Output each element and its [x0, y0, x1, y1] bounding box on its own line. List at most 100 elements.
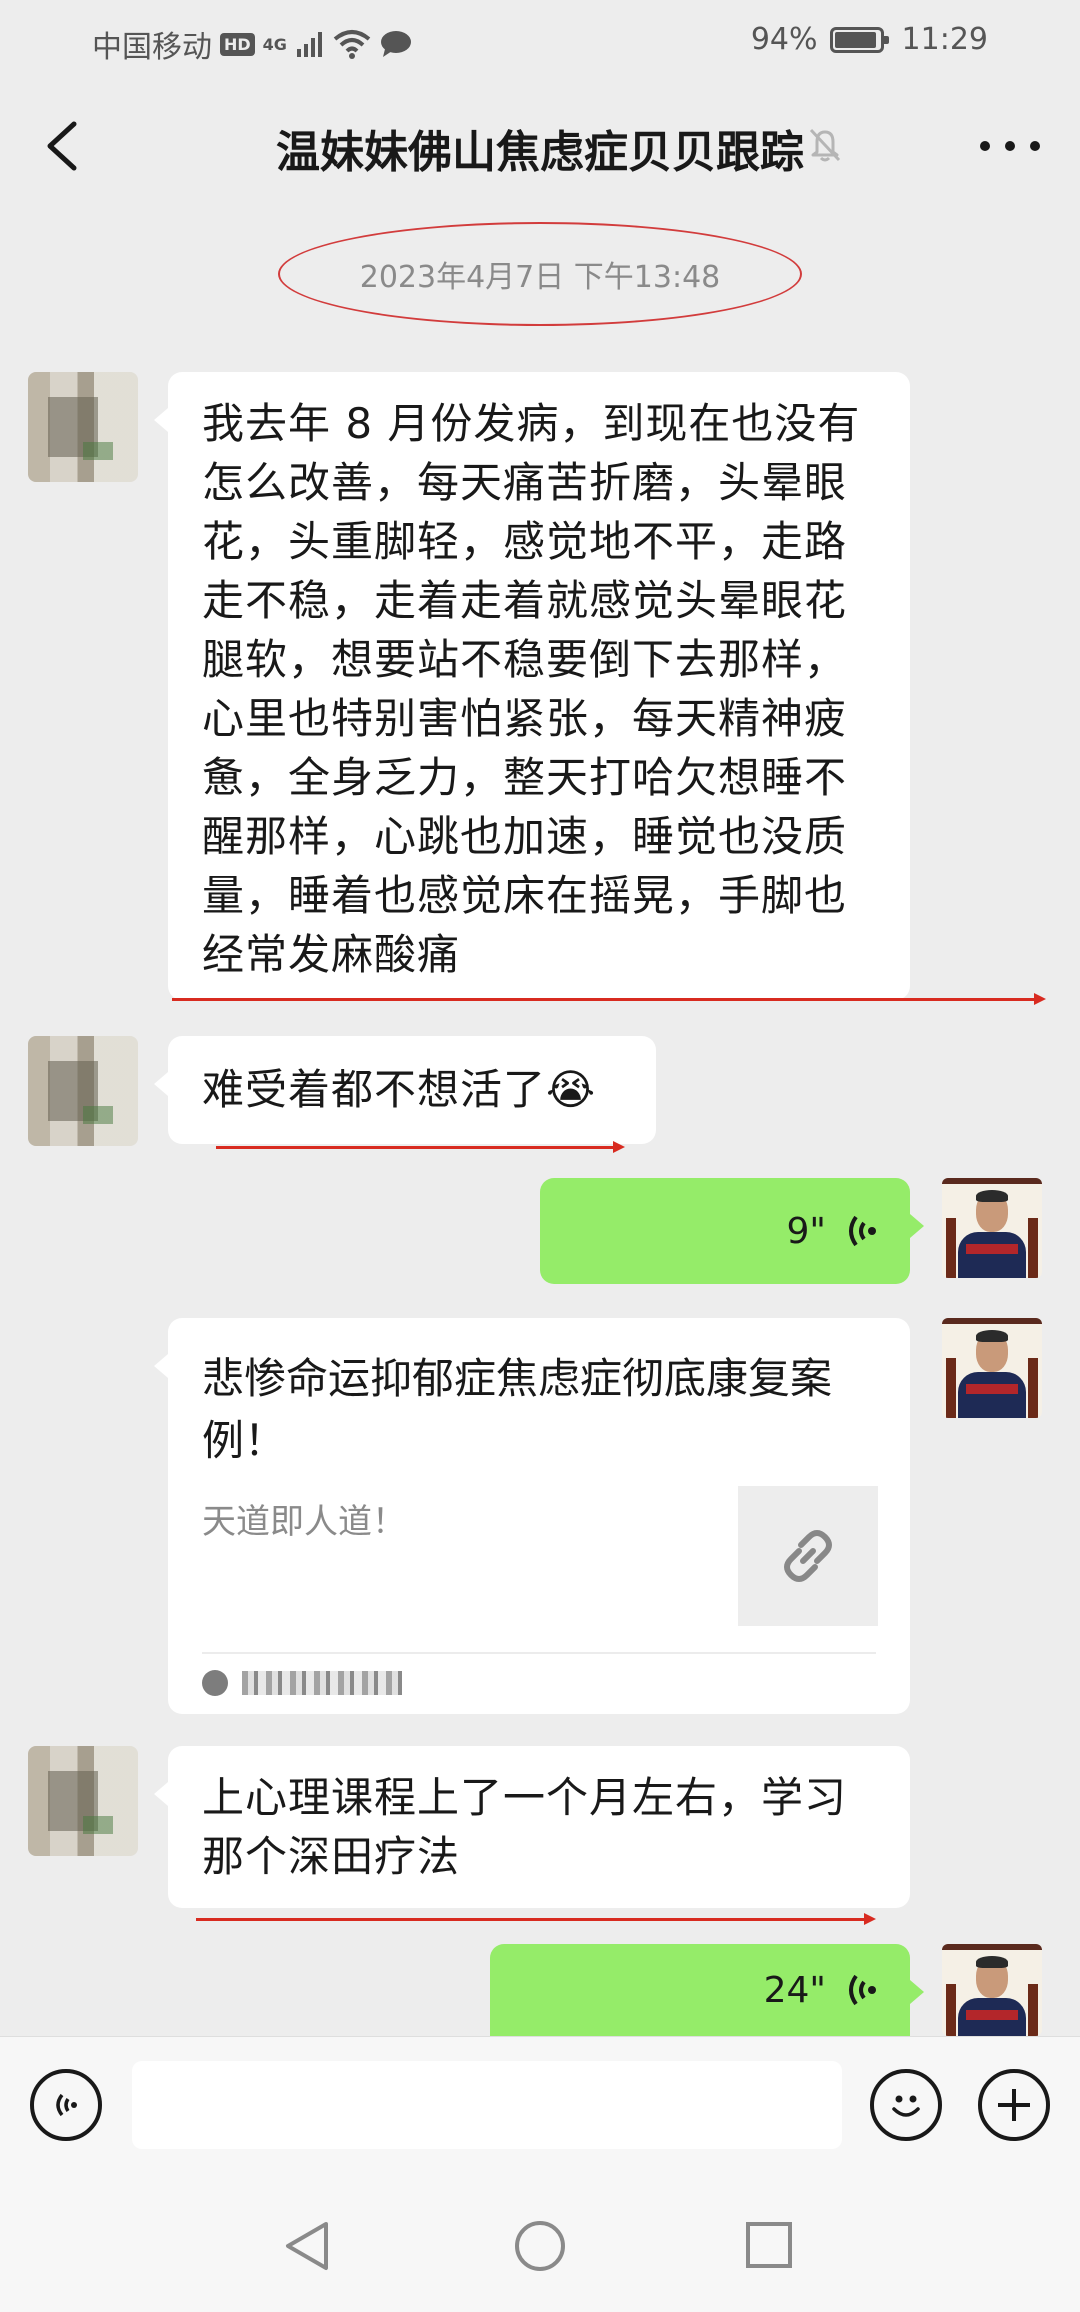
link-title-line: 悲惨命运抑郁症焦虑症彻底康复案	[202, 1354, 833, 1403]
avatar-detail	[1028, 1218, 1038, 1278]
annotation-underline	[196, 1913, 876, 1925]
nav-home-icon[interactable]	[512, 2218, 568, 2274]
voice-wave-icon	[849, 1215, 876, 1247]
nav-back-icon[interactable]	[282, 2218, 332, 2274]
contact-avatar[interactable]	[28, 1036, 138, 1146]
link-divider	[202, 1652, 876, 1654]
carrier-name: 中国移动	[92, 30, 212, 65]
more-dot	[1005, 141, 1015, 151]
crying-emoji-icon: 😭	[546, 1065, 597, 1114]
voice-duration: 9"	[786, 1210, 826, 1252]
contact-avatar[interactable]	[28, 1746, 138, 1856]
avatar-detail	[966, 1384, 1018, 1394]
plus-button[interactable]	[978, 2069, 1050, 2141]
avatar-detail	[958, 1232, 1026, 1278]
contact-avatar[interactable]	[28, 372, 138, 482]
message-line: 花，头重脚轻，感觉地不平，走路	[202, 517, 848, 566]
message-line: 我去年 8 月份发病，到现在也没有	[202, 399, 861, 448]
voice-message-outgoing[interactable]: 9"	[540, 1178, 924, 1284]
annotation-underline	[216, 1141, 625, 1153]
message-line: 心里也特别害怕紧张，每天精神疲	[202, 694, 848, 743]
network-label: 4G	[262, 34, 287, 54]
message-line: 醒那样，心跳也加速，睡觉也没质	[202, 812, 848, 861]
avatar-detail	[942, 1178, 1042, 1184]
voice-message-outgoing[interactable]: 24"	[490, 1944, 924, 2050]
link-card-message[interactable]: 悲惨命运抑郁症焦虑症彻底康复案 例！ 天道即人道！	[154, 1318, 910, 1714]
avatar-detail	[946, 1984, 956, 2036]
avatar-detail	[1028, 1984, 1038, 2036]
hd-badge: HD	[220, 32, 255, 56]
more-dot	[1030, 141, 1040, 151]
status-left: 中国移动 HD 4G	[92, 22, 413, 66]
link-source	[202, 1670, 402, 1696]
signal-icon	[296, 32, 322, 57]
message-line: 量，睡着也感觉床在摇晃，手脚也	[202, 871, 848, 920]
avatar-detail	[942, 1944, 1042, 1950]
voice-row: 9"	[787, 1178, 882, 1284]
link-title-line: 例！	[202, 1416, 287, 1465]
avatar-detail	[976, 1330, 1008, 1342]
avatar-detail	[958, 1372, 1026, 1418]
link-thumbnail	[738, 1486, 878, 1626]
more-dot	[980, 141, 990, 151]
annotation-underline	[172, 993, 1046, 1005]
message-text: 我去年 8 月份发病，到现在也没有 怎么改善，每天痛苦折磨，头晕眼 花，头重脚轻…	[202, 394, 892, 984]
message-line: 那个深田疗法	[202, 1832, 461, 1881]
avatar-detail	[966, 2010, 1018, 2020]
my-avatar[interactable]	[942, 1318, 1042, 1418]
emoji-icon	[892, 2095, 920, 2117]
link-title: 悲惨命运抑郁症焦虑症彻底康复案 例！	[202, 1348, 842, 1472]
battery-percent: 94%	[750, 22, 818, 57]
voice-mode-icon	[56, 2093, 77, 2117]
chat-header: 温妹妹佛山焦虑症贝贝跟踪	[0, 80, 1080, 210]
wifi-icon	[333, 30, 371, 59]
plus-icon	[998, 2089, 1030, 2121]
link-icon	[784, 1530, 832, 1582]
message-line: 难受着都不想活了	[202, 1065, 547, 1114]
clock: 11:29	[901, 22, 988, 57]
mute-icon	[809, 128, 841, 162]
message-text: 上心理课程上了一个月左右，学习 那个深田疗法	[202, 1768, 892, 1886]
nav-recents-icon[interactable]	[744, 2220, 794, 2270]
timestamp-row: 2023年4月7日 下午13:48	[0, 222, 1080, 326]
link-description: 天道即人道！	[202, 1502, 406, 1542]
chat-title: 温妹妹佛山焦虑症贝贝跟踪	[276, 127, 804, 178]
avatar-detail	[946, 1218, 956, 1278]
input-bar	[0, 2036, 1080, 2172]
message-bubble-incoming[interactable]: 难受着都不想活了😭	[154, 1036, 656, 1144]
chat-timestamp: 2023年4月7日 下午13:48	[277, 222, 803, 326]
message-line: 腿软，想要站不稳要倒下去那样，	[202, 635, 848, 684]
message-bubble-incoming[interactable]: 我去年 8 月份发病，到现在也没有 怎么改善，每天痛苦折磨，头晕眼 花，头重脚轻…	[154, 372, 910, 1000]
message-input[interactable]	[132, 2061, 842, 2149]
message-notification-icon	[380, 31, 411, 57]
avatar-detail	[976, 1190, 1008, 1202]
voice-duration: 24"	[763, 1969, 826, 2011]
source-name-redacted	[242, 1671, 402, 1695]
avatar-detail	[1028, 1358, 1038, 1418]
message-line: 怎么改善，每天痛苦折磨，头晕眼	[202, 458, 848, 507]
message-line: 上心理课程上了一个月左右，学习	[202, 1773, 848, 1822]
wechat-chat-screen: 中国移动 HD 4G 94% 11:29 温妹妹佛山焦虑症贝贝跟踪 2023年4…	[0, 0, 1080, 2312]
battery-fill	[834, 31, 876, 48]
system-nav-bar	[0, 2172, 1080, 2312]
source-avatar-icon	[202, 1670, 228, 1696]
status-right: 94% 11:29	[751, 22, 988, 57]
avatar-detail	[946, 1358, 956, 1418]
message-line: 惫，全身乏力，整天打哈欠想睡不	[202, 753, 848, 802]
voice-row: 24"	[764, 1944, 882, 2036]
more-icon[interactable]	[980, 134, 1040, 158]
emoji-button[interactable]	[870, 2069, 942, 2141]
avatar-detail	[942, 1318, 1042, 1324]
message-line: 走不稳，走着走着就感觉头晕眼花	[202, 576, 848, 625]
voice-mode-button[interactable]	[30, 2069, 102, 2141]
my-avatar[interactable]	[942, 1944, 1042, 2036]
message-text: 难受着都不想活了😭	[202, 1060, 596, 1119]
message-line: 经常发麻酸痛	[202, 930, 461, 979]
voice-wave-icon	[849, 1974, 876, 2006]
status-bar: 中国移动 HD 4G 94% 11:29	[0, 0, 1080, 80]
my-avatar[interactable]	[942, 1178, 1042, 1278]
avatar-detail	[966, 1244, 1018, 1254]
battery-icon	[829, 26, 889, 53]
message-bubble-incoming[interactable]: 上心理课程上了一个月左右，学习 那个深田疗法	[154, 1746, 910, 1908]
avatar-detail	[976, 1956, 1008, 1968]
